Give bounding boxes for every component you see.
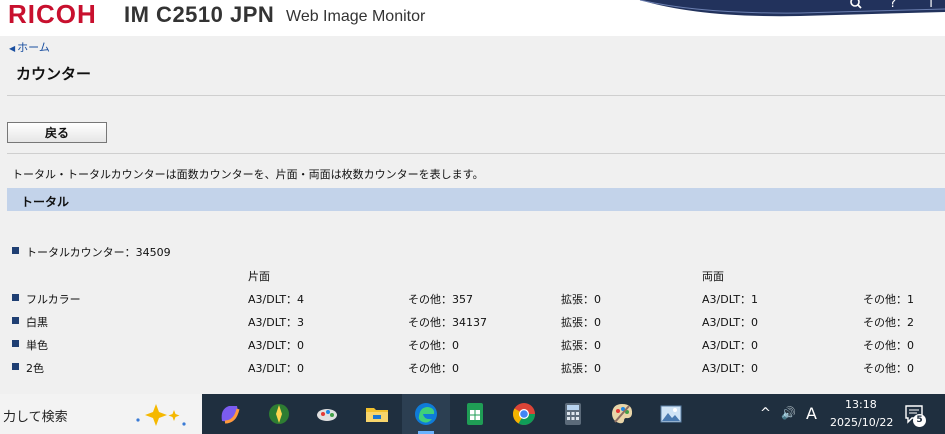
header-bar: RICOH IM C2510 JPN Web Image Monitor ? i <box>0 0 945 36</box>
product-name: Web Image Monitor <box>286 8 426 25</box>
app-icon[interactable] <box>266 401 292 427</box>
paint-brush-app-icon[interactable] <box>315 401 341 427</box>
simplex-a3: A3/DLT：0 <box>248 362 305 375</box>
row-label: 2色 <box>26 362 44 375</box>
column-duplex: 両面 <box>702 270 724 283</box>
simplex-other: その他：34137 <box>408 316 487 329</box>
ricoh-logo: RICOH <box>8 0 97 29</box>
chrome-browser-icon[interactable] <box>511 401 537 427</box>
divider <box>7 153 945 154</box>
bullet-icon <box>12 247 19 254</box>
copilot-icon[interactable] <box>217 401 243 427</box>
simplex-extended: 拡張：0 <box>561 339 601 352</box>
bullet-icon <box>12 340 19 347</box>
paint-palette-icon[interactable] <box>609 401 635 427</box>
clock-time[interactable]: 13:18 <box>845 398 877 411</box>
duplex-other: その他：2 <box>863 316 914 329</box>
taskbar: 力して検索 ^ 🔊 A 13:18 2025/10/22 5 <box>0 394 945 434</box>
bullet-icon <box>12 317 19 324</box>
main-content: カウンター 戻る トータル トータル・トータルカウンターは面数カウンターを、片面… <box>0 56 945 394</box>
duplex-a3: A3/DLT：1 <box>702 293 759 306</box>
page-title: カウンター <box>16 65 92 83</box>
divider <box>7 95 945 96</box>
row-label: 白黒 <box>26 316 48 329</box>
notification-badge: 5 <box>913 414 926 427</box>
breadcrumb: ◀ ホーム <box>0 36 945 56</box>
chevron-up-icon[interactable]: ^ <box>760 406 771 421</box>
section-title: トータル <box>21 195 70 209</box>
input-indicator[interactable]: A <box>806 404 817 423</box>
column-simplex: 片面 <box>248 270 270 283</box>
simplex-other: その他：357 <box>408 293 473 306</box>
simplex-a3: A3/DLT：4 <box>248 293 305 306</box>
total-counter: トータルカウンター：34509 <box>26 246 171 259</box>
bullet-icon <box>12 363 19 370</box>
simplex-a3: A3/DLT：3 <box>248 316 305 329</box>
simplex-extended: 拡張：0 <box>561 316 601 329</box>
duplex-other: その他：1 <box>863 293 914 306</box>
duplex-other: その他：0 <box>863 339 914 352</box>
spreadsheet-icon[interactable] <box>462 401 488 427</box>
simplex-extended: 拡張：0 <box>561 293 601 306</box>
help-icon[interactable]: ? <box>879 0 907 12</box>
bullet-icon <box>12 294 19 301</box>
chevron-left-icon: ◀ <box>9 44 16 53</box>
section-description: トータル・トータルカウンターは面数カウンターを、片面・両面は枚数カウンターを表し… <box>12 168 484 181</box>
simplex-other: その他：0 <box>408 339 459 352</box>
taskbar-search-text: 力して検索 <box>3 410 68 425</box>
device-model: IM C2510 JPN <box>124 2 275 27</box>
back-button[interactable]: 戻る <box>7 122 107 143</box>
duplex-a3: A3/DLT：0 <box>702 316 759 329</box>
taskbar-search[interactable]: 力して検索 <box>0 394 202 434</box>
section-header: トータル <box>7 188 945 211</box>
file-explorer-icon[interactable] <box>364 401 390 427</box>
clock-date[interactable]: 2025/10/22 <box>830 416 893 429</box>
sparkle-icon <box>136 404 186 426</box>
search-icon[interactable] <box>842 0 870 12</box>
home-link[interactable]: ◀ ホーム <box>9 39 50 55</box>
edge-browser-icon[interactable] <box>413 401 439 427</box>
simplex-extended: 拡張：0 <box>561 362 601 375</box>
simplex-other: その他：0 <box>408 362 459 375</box>
home-link-label: ホーム <box>17 41 50 54</box>
info-icon[interactable]: i <box>917 0 945 12</box>
photos-icon[interactable] <box>658 401 684 427</box>
row-label: フルカラー <box>26 293 81 306</box>
duplex-a3: A3/DLT：0 <box>702 362 759 375</box>
volume-icon[interactable]: 🔊 <box>781 406 796 420</box>
duplex-a3: A3/DLT：0 <box>702 339 759 352</box>
simplex-a3: A3/DLT：0 <box>248 339 305 352</box>
calculator-icon[interactable] <box>560 401 586 427</box>
duplex-other: その他：0 <box>863 362 914 375</box>
row-label: 単色 <box>26 339 48 352</box>
